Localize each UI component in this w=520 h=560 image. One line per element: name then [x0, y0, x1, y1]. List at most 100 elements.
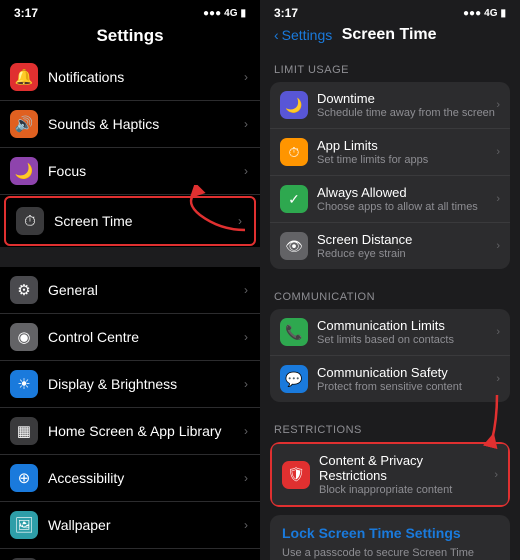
settings-item-general[interactable]: ⚙ General › [0, 267, 260, 314]
left-time: 3:17 [14, 6, 38, 20]
left-settings-panel: 3:17 ●●● 4G ▮ Settings 🔔 Notifications ›… [0, 0, 260, 560]
comm-limits-title: Communication Limits [317, 318, 496, 333]
back-label: Settings [282, 27, 333, 43]
screen-distance-text: Screen Distance Reduce eye strain [317, 232, 496, 260]
app-limits-icon: ⏱ [280, 138, 308, 166]
settings-item-home-screen[interactable]: ▦ Home Screen & App Library › [0, 408, 260, 455]
settings-item-control-centre[interactable]: ◉ Control Centre › [0, 314, 260, 361]
control-centre-icon: ◉ [10, 323, 38, 351]
back-button[interactable]: ‹ Settings [274, 27, 332, 43]
right-screen-time-panel: 3:17 ●●● 4G ▮ ‹ Settings Screen Time LIM… [260, 0, 520, 560]
accessibility-icon: ⊕ [10, 464, 38, 492]
notifications-icon: 🔔 [10, 63, 38, 91]
content-privacy-subtitle: Block inappropriate content [319, 484, 494, 496]
screen-distance-chevron: › [496, 240, 500, 252]
focus-label: Focus [48, 163, 244, 179]
settings-item-display[interactable]: ☀ Display & Brightness › [0, 361, 260, 408]
screen-distance-title: Screen Distance [317, 232, 496, 247]
right-status-icons: ●●● 4G ▮ [463, 8, 506, 19]
display-icon: ☀ [10, 370, 38, 398]
general-chevron: › [244, 283, 248, 297]
downtime-icon: 🌙 [280, 91, 308, 119]
comm-safety-title: Communication Safety [317, 365, 496, 380]
settings-item-wallpaper[interactable]: 🖼 Wallpaper › [0, 502, 260, 549]
always-allowed-title: Always Allowed [317, 185, 496, 200]
sounds-chevron: › [244, 117, 248, 131]
screen-distance-subtitle: Reduce eye strain [317, 248, 496, 260]
app-limits-subtitle: Set time limits for apps [317, 154, 496, 166]
app-limits-title: App Limits [317, 138, 496, 153]
settings-item-notifications[interactable]: 🔔 Notifications › [0, 54, 260, 101]
left-status-icons: ●●● 4G ▮ [203, 8, 246, 19]
right-item-content-privacy[interactable]: 🛡 Content & Privacy Restrictions Block i… [270, 442, 510, 507]
restrictions-group: 🛡 Content & Privacy Restrictions Block i… [270, 442, 510, 507]
always-allowed-subtitle: Choose apps to allow at all times [317, 201, 496, 213]
always-allowed-text: Always Allowed Choose apps to allow at a… [317, 185, 496, 213]
wallpaper-chevron: › [244, 518, 248, 532]
right-nav-bar: ‹ Settings Screen Time [260, 22, 520, 50]
always-allowed-icon: ✓ [280, 185, 308, 213]
comm-safety-subtitle: Protect from sensitive content [317, 381, 496, 393]
battery-icon: ▮ [240, 8, 246, 19]
comm-limits-chevron: › [496, 326, 500, 338]
comm-limits-subtitle: Set limits based on contacts [317, 334, 496, 346]
right-battery-icon: ▮ [500, 8, 506, 19]
screen-time-label: Screen Time [54, 213, 238, 229]
lock-description: Use a passcode to secure Screen Time set… [282, 546, 498, 560]
communication-group: 📞 Communication Limits Set limits based … [270, 309, 510, 402]
focus-chevron: › [244, 164, 248, 178]
network-icon: 4G [224, 8, 237, 19]
downtime-subtitle: Schedule time away from the screen [317, 107, 496, 119]
right-item-screen-distance[interactable]: 👁 Screen Distance Reduce eye strain › [270, 223, 510, 269]
display-label: Display & Brightness [48, 376, 244, 392]
signal-icon: ●●● [203, 8, 221, 19]
sounds-label: Sounds & Haptics [48, 116, 244, 132]
restrictions-header: RESTRICTIONS [260, 410, 520, 442]
comm-limits-icon: 📞 [280, 318, 308, 346]
right-item-comm-safety[interactable]: 💬 Communication Safety Protect from sens… [270, 356, 510, 402]
settings-item-standby[interactable]: ✦ StandBy › [0, 549, 260, 560]
display-chevron: › [244, 377, 248, 391]
comm-limits-text: Communication Limits Set limits based on… [317, 318, 496, 346]
wallpaper-label: Wallpaper [48, 517, 244, 533]
focus-icon: 🌙 [10, 157, 38, 185]
left-panel-title: Settings [0, 22, 260, 54]
downtime-title: Downtime [317, 91, 496, 106]
app-container: 3:17 ●●● 4G ▮ Settings 🔔 Notifications ›… [0, 0, 520, 560]
sounds-icon: 🔊 [10, 110, 38, 138]
settings-item-focus[interactable]: 🌙 Focus › [0, 148, 260, 195]
notifications-chevron: › [244, 70, 248, 84]
downtime-chevron: › [496, 99, 500, 111]
wallpaper-icon: 🖼 [10, 511, 38, 539]
screen-distance-icon: 👁 [280, 232, 308, 260]
home-screen-icon: ▦ [10, 417, 38, 445]
settings-item-sounds[interactable]: 🔊 Sounds & Haptics › [0, 101, 260, 148]
right-item-app-limits[interactable]: ⏱ App Limits Set time limits for apps › [270, 129, 510, 176]
content-privacy-icon: 🛡 [282, 461, 310, 489]
right-item-comm-limits[interactable]: 📞 Communication Limits Set limits based … [270, 309, 510, 356]
general-label: General [48, 282, 244, 298]
home-screen-label: Home Screen & App Library [48, 423, 244, 439]
right-content-area: LIMIT USAGE 🌙 Downtime Schedule time awa… [260, 50, 520, 560]
right-item-always-allowed[interactable]: ✓ Always Allowed Choose apps to allow at… [270, 176, 510, 223]
downtime-text: Downtime Schedule time away from the scr… [317, 91, 496, 119]
right-time: 3:17 [274, 6, 298, 20]
right-item-downtime[interactable]: 🌙 Downtime Schedule time away from the s… [270, 82, 510, 129]
screen-time-icon: ⏱ [16, 207, 44, 235]
notifications-label: Notifications [48, 69, 244, 85]
settings-item-accessibility[interactable]: ⊕ Accessibility › [0, 455, 260, 502]
general-icon: ⚙ [10, 276, 38, 304]
settings-item-screen-time[interactable]: ⏱ Screen Time › [4, 196, 256, 246]
limit-usage-header: LIMIT USAGE [260, 50, 520, 82]
control-centre-chevron: › [244, 330, 248, 344]
lock-section: Lock Screen Time Settings Use a passcode… [270, 515, 510, 560]
comm-safety-chevron: › [496, 373, 500, 385]
limit-usage-group: 🌙 Downtime Schedule time away from the s… [270, 82, 510, 269]
lock-title[interactable]: Lock Screen Time Settings [282, 525, 498, 541]
left-status-bar: 3:17 ●●● 4G ▮ [0, 0, 260, 22]
always-allowed-chevron: › [496, 193, 500, 205]
screen-time-chevron: › [238, 214, 242, 228]
section-divider-1 [0, 247, 260, 267]
right-signal-icon: ●●● [463, 8, 481, 19]
content-privacy-text: Content & Privacy Restrictions Block ina… [319, 453, 494, 496]
